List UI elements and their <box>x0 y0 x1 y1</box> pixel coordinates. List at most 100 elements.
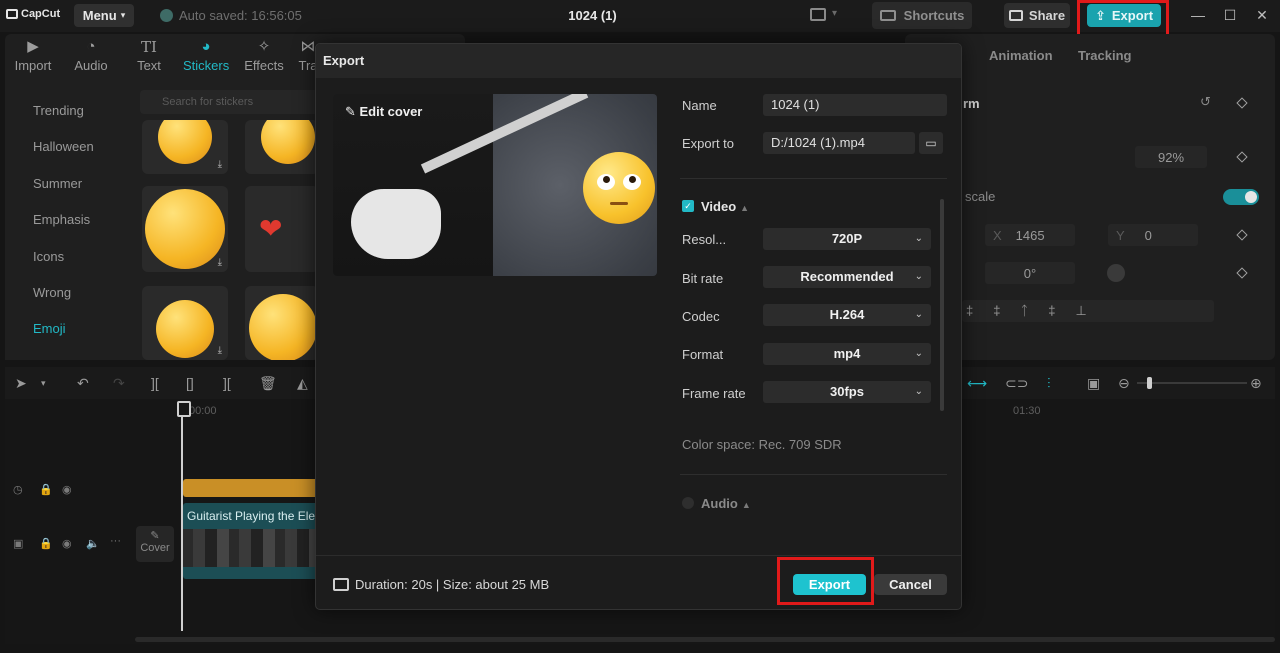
category-halloween[interactable]: Halloween <box>33 139 94 154</box>
position-y-input[interactable]: Y0 <box>1108 224 1198 246</box>
menu-label: Menu <box>82 8 117 23</box>
zoom-in-icon[interactable]: ⊕ <box>1250 375 1262 392</box>
category-icons[interactable]: Icons <box>33 249 64 264</box>
preview-axis-icon[interactable]: ⫶ <box>1047 375 1051 392</box>
category-trending[interactable]: Trending <box>33 103 84 118</box>
audio-section-header[interactable]: Audio ▲ <box>701 496 751 511</box>
select-cursor-icon[interactable]: ➤ <box>15 375 27 392</box>
sticker-search-input[interactable]: Search for stickers <box>140 90 325 114</box>
uniform-scale-toggle[interactable] <box>1223 189 1259 205</box>
mirror-icon[interactable]: ◭ <box>297 375 308 392</box>
framerate-select[interactable]: 30fps ⌄ <box>763 381 931 403</box>
maximize-icon[interactable]: ☐ <box>1222 7 1238 24</box>
text-icon: TI <box>141 38 157 56</box>
download-icon[interactable]: ⤓ <box>218 345 222 356</box>
eye-icon[interactable]: ◉ <box>62 537 72 550</box>
eye-icon[interactable]: ◉ <box>62 483 72 496</box>
sticker-tile[interactable]: ❤ <box>245 186 319 272</box>
reset-icon[interactable]: ↺ <box>1200 94 1211 110</box>
split-left-icon[interactable]: [] <box>186 375 194 391</box>
document-title: 1024 (1) <box>568 8 617 23</box>
zoom-slider-handle[interactable] <box>1147 377 1152 389</box>
cover-button[interactable]: ✎ Cover <box>136 526 174 562</box>
format-select[interactable]: mp4 ⌄ <box>763 343 931 365</box>
cancel-button[interactable]: Cancel <box>874 574 947 595</box>
zoom-slider[interactable] <box>1137 377 1247 389</box>
delete-icon[interactable]: 🗑 <box>259 375 277 392</box>
sticker-tile[interactable]: ⤓ <box>142 186 228 272</box>
codec-select[interactable]: H.264 ⌄ <box>763 304 931 326</box>
sticker-tile[interactable]: ⤓ <box>142 286 228 360</box>
cover-preview[interactable]: ✎ Edit cover <box>333 94 657 276</box>
magnet-icon[interactable]: ⟷ <box>967 375 987 392</box>
rotate-dial-icon[interactable] <box>1107 264 1125 282</box>
sticker-tile[interactable]: ⤓ <box>142 120 228 174</box>
bitrate-select[interactable]: Recommended ⌄ <box>763 266 931 288</box>
keyframe-icon[interactable] <box>1236 229 1248 241</box>
video-checkbox[interactable]: ✓ <box>682 200 694 212</box>
scale-input[interactable]: 92% <box>1135 146 1207 168</box>
video-section-header[interactable]: Video ▲ <box>701 199 749 214</box>
export-path-input[interactable]: D:/1024 (1).mp4 <box>763 132 915 154</box>
zoom-out-icon[interactable]: ⊖ <box>1118 375 1130 392</box>
tool-effects[interactable]: ✧ Effects <box>243 36 285 73</box>
lock-icon[interactable]: 🔒 <box>39 483 53 496</box>
link-icon[interactable]: ⊂⊃ <box>1005 375 1028 392</box>
undo-icon[interactable]: ↶ <box>77 375 89 392</box>
export-top-button[interactable]: ⇪ Export <box>1087 4 1161 27</box>
position-x-input[interactable]: X 1465 <box>985 224 1075 246</box>
autosave-text: Auto saved: 16:56:05 <box>179 8 302 23</box>
category-emphasis[interactable]: Emphasis <box>33 212 90 227</box>
tab-animation[interactable]: Animation <box>989 48 1053 63</box>
duration-size-info: Duration: 20s | Size: about 25 MB <box>355 577 550 592</box>
divider <box>680 474 947 475</box>
tool-audio[interactable]: ◔ Audio <box>71 36 111 73</box>
category-summer[interactable]: Summer <box>33 176 82 191</box>
autosave-status: Auto saved: 16:56:05 <box>160 8 302 23</box>
split-right-icon[interactable]: ][ <box>223 375 231 391</box>
settings-scrollbar[interactable] <box>940 199 944 411</box>
keyboard-icon <box>879 10 896 21</box>
keyframe-icon[interactable] <box>1236 151 1248 163</box>
export-button[interactable]: Export <box>793 574 866 595</box>
layout-icon[interactable] <box>810 8 826 21</box>
share-button[interactable]: Share <box>1004 3 1070 28</box>
sticker-clip[interactable] <box>183 479 323 497</box>
edit-cover-button[interactable]: ✎ Edit cover <box>345 104 422 120</box>
chevron-down-icon[interactable]: ▾ <box>41 378 46 389</box>
tab-tracking[interactable]: Tracking <box>1078 48 1131 63</box>
more-icon[interactable]: ··· <box>110 535 121 547</box>
edit-cover-label: Edit cover <box>359 104 423 119</box>
x-value: 1465 <box>1015 227 1045 243</box>
shortcuts-button[interactable]: Shortcuts <box>872 2 972 29</box>
keyframe-icon[interactable] <box>1236 267 1248 279</box>
volume-icon[interactable]: 🔈 <box>86 537 100 550</box>
tool-text[interactable]: TI Text <box>133 36 165 73</box>
download-icon[interactable]: ⤓ <box>218 159 222 170</box>
chevron-down-icon: ⌄ <box>914 309 923 320</box>
redo-icon[interactable]: ↷ <box>113 375 125 392</box>
layout-chevron-down-icon[interactable]: ▾ <box>832 8 837 19</box>
tool-import[interactable]: ▶ Import <box>13 36 53 73</box>
split-icon[interactable]: ][ <box>151 375 159 391</box>
folder-icon[interactable]: ▭ <box>919 132 943 154</box>
resolution-select[interactable]: 720P ⌄ <box>763 228 931 250</box>
sticker-tile[interactable] <box>245 286 319 360</box>
timeline-scrollbar[interactable] <box>135 637 1275 642</box>
lock-icon[interactable]: 🔒 <box>39 537 53 550</box>
sticker-tile[interactable] <box>245 120 319 174</box>
category-emoji[interactable]: Emoji <box>33 321 66 336</box>
tool-stickers[interactable]: ◕ Stickers <box>183 36 229 73</box>
minimize-icon[interactable]: — <box>1190 7 1206 23</box>
menu-button[interactable]: Menu ▾ <box>74 4 134 27</box>
screenshot-icon[interactable]: ▣ <box>1087 375 1100 392</box>
video-clip[interactable]: Guitarist Playing the Ele <box>183 503 323 579</box>
category-wrong[interactable]: Wrong <box>33 285 71 300</box>
keyframe-icon[interactable] <box>1236 97 1248 109</box>
rotation-input[interactable]: 0° <box>985 262 1075 284</box>
download-icon[interactable]: ⤓ <box>218 257 222 268</box>
close-icon[interactable]: ✕ <box>1254 7 1270 24</box>
name-input[interactable]: 1024 (1) <box>763 94 947 116</box>
y-value: 0 <box>1144 227 1152 243</box>
audio-checkbox[interactable] <box>682 497 694 509</box>
